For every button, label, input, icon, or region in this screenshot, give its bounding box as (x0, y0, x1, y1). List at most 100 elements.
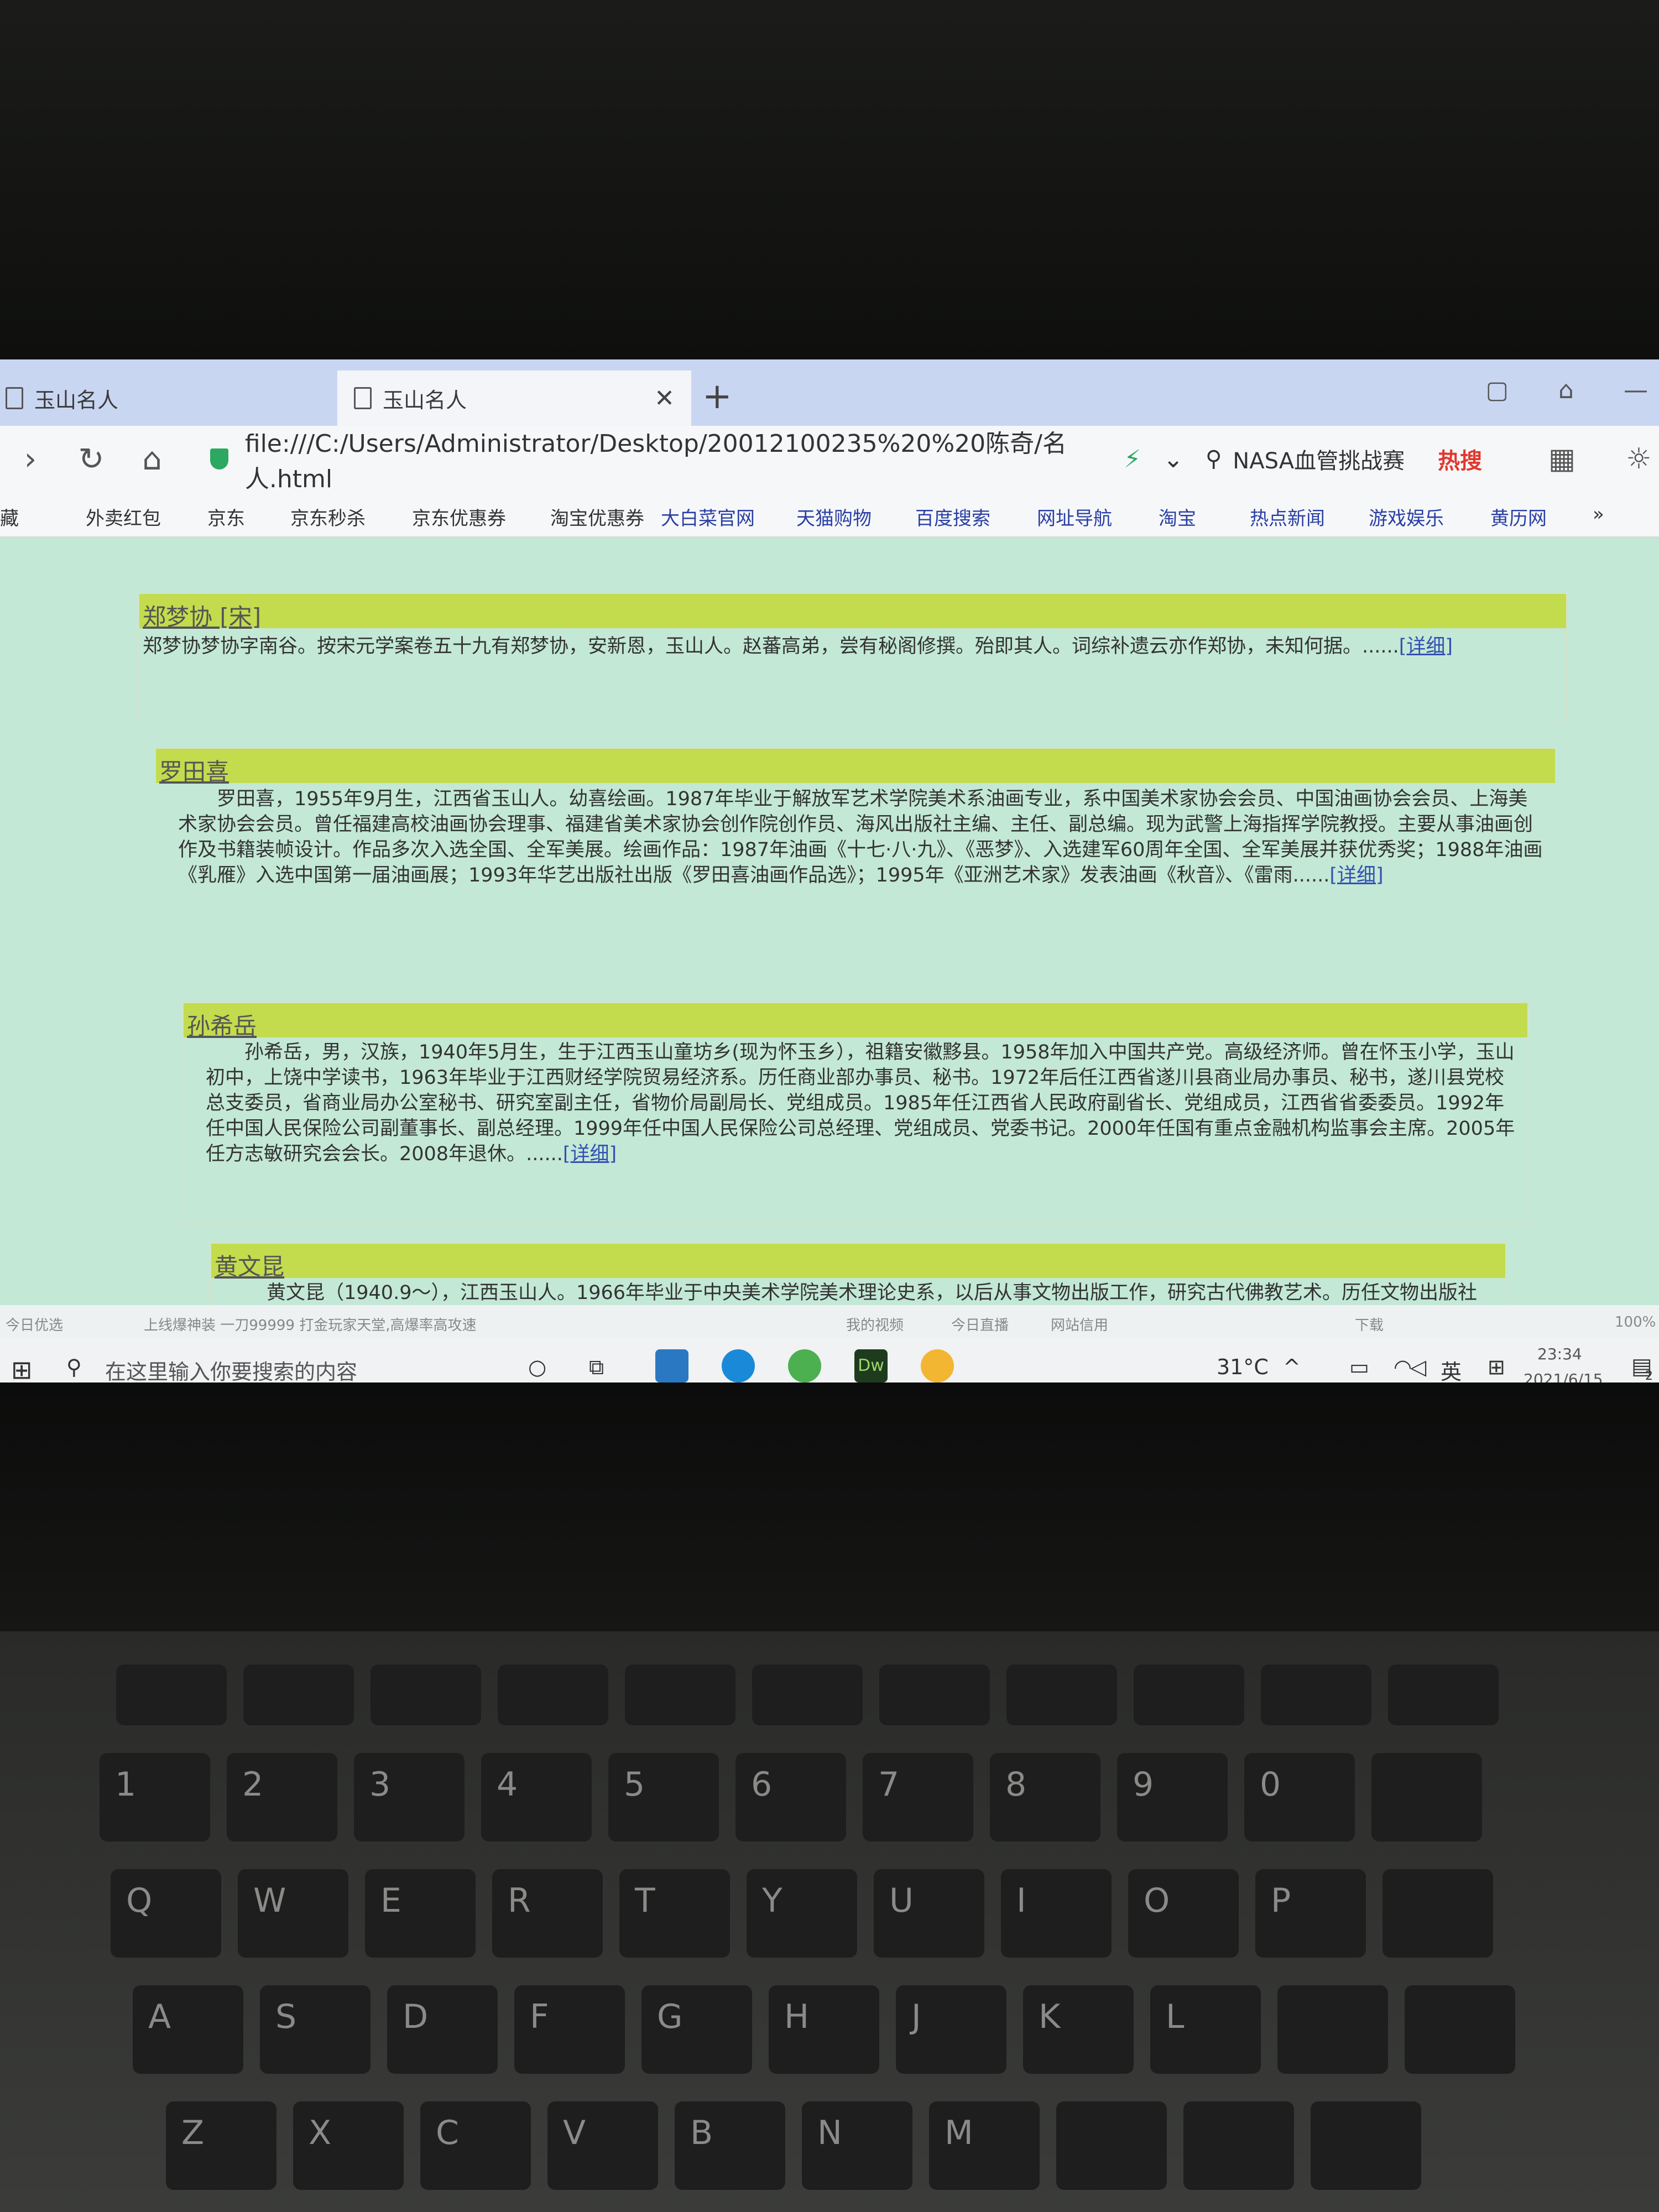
bookmark-item[interactable]: 淘宝 (1159, 503, 1196, 530)
keyboard-key: T (619, 1869, 730, 1958)
keyboard-key: 6 (735, 1753, 846, 1841)
keyboard-key: N (802, 2101, 912, 2190)
more-bookmarks-icon[interactable]: » (1593, 503, 1604, 525)
forward-icon[interactable]: › (0, 441, 61, 477)
window-count-icon[interactable]: ▢ (1485, 376, 1509, 404)
bookmark-item[interactable]: 京东 (207, 503, 245, 530)
person-name[interactable]: 孙希岳 (187, 1008, 257, 1041)
bookmark-item[interactable]: 大白菜官网 (661, 503, 755, 530)
site-credit-label[interactable]: 网站信用 (1051, 1314, 1108, 1334)
summary-text: 郑梦协梦协字南谷。按宋元学案卷五十九有郑梦协，安新恩，玉山人。赵蕃高弟，尝有秘阁… (143, 635, 1399, 658)
window-controls: ▢ ⌂ — (1485, 376, 1648, 404)
bottom-key-row: Z X C V B N M (166, 2101, 1421, 2190)
person-name[interactable]: 郑梦协 [宋] (143, 598, 261, 632)
download-label[interactable]: 下载 (1355, 1314, 1384, 1334)
lightning-icon[interactable]: ⚡ (1124, 445, 1141, 473)
clock-time[interactable]: 23:34 (1537, 1345, 1582, 1363)
home-icon[interactable]: ⌂ (122, 441, 182, 477)
keyboard-key (1388, 1665, 1499, 1725)
browser-app-icon[interactable] (788, 1349, 821, 1383)
bookmark-item[interactable]: 藏 (0, 503, 19, 530)
cortana-icon[interactable]: ○ (528, 1355, 546, 1379)
settings-gear-icon[interactable]: ☼ (1626, 442, 1652, 476)
browser-tab-bar: 玉山名人 玉山名人 ✕ + ▢ ⌂ — (0, 359, 1659, 426)
keyboard-key (1405, 1985, 1515, 2074)
app-icon[interactable] (921, 1349, 954, 1383)
keyboard-key (879, 1665, 990, 1725)
bookmark-item[interactable]: 京东优惠券 (412, 503, 506, 530)
name-bar: 罗田喜 (156, 749, 1555, 785)
skin-icon[interactable]: ⌂ (1558, 376, 1574, 404)
keyboard-key (625, 1665, 735, 1725)
keyboard-key: 2 (227, 1753, 337, 1841)
bookmark-item[interactable]: 游戏娱乐 (1369, 503, 1444, 530)
mail-app-icon[interactable] (655, 1349, 688, 1383)
windows-start-icon[interactable]: ⊞ (11, 1355, 33, 1385)
battery-icon[interactable]: ▭ (1349, 1355, 1369, 1379)
bookmark-item[interactable]: 黄历网 (1490, 503, 1547, 530)
browser-status-bar: 今日优选 上线爆神装 一刀99999 打金玩家天堂,高爆率高攻速 我的视频 今日… (0, 1305, 1659, 1338)
keyboard-key: H (769, 1985, 879, 2074)
taskbar-search-input[interactable]: 在这里输入你要搜索的内容 (105, 1355, 357, 1385)
detail-link[interactable]: [详细] (1329, 864, 1383, 886)
search-box[interactable]: ⚲ NASA血管挑战赛 热搜 (1206, 437, 1526, 481)
address-bar[interactable]: file:///C:/Users/Administrator/Desktop/2… (210, 430, 1183, 493)
refresh-icon[interactable]: ↻ (61, 441, 122, 477)
bookmark-item[interactable]: 百度搜索 (915, 503, 990, 530)
qwerty-key-row: Q W E R T Y U I O P (111, 1869, 1493, 1958)
person-name[interactable]: 黄文昆 (215, 1248, 284, 1282)
live-label[interactable]: 今日直播 (951, 1314, 1009, 1334)
my-video-label[interactable]: 我的视频 (846, 1314, 904, 1334)
keyboard-key (752, 1665, 863, 1725)
keyboard-key: 9 (1117, 1753, 1228, 1841)
person-card: 罗田喜 罗田喜，1955年9月生，江西省玉山人。幼喜绘画。1987年毕业于解放军… (155, 748, 1556, 982)
person-summary: 罗田喜，1955年9月生，江西省玉山人。幼喜绘画。1987年毕业于解放军艺术学院… (178, 786, 1544, 888)
task-view-icon[interactable]: ⧉ (589, 1355, 604, 1380)
keyboard-key: K (1023, 1985, 1134, 2074)
keyboard-key: S (260, 1985, 371, 2074)
bookmark-item[interactable]: 热点新闻 (1250, 503, 1325, 530)
apps-grid-icon[interactable]: ▦ (1548, 442, 1575, 476)
person-card: 郑梦协 [宋] 郑梦协梦协字南谷。按宋元学案卷五十九有郑梦协，安新恩，玉山人。赵… (138, 593, 1567, 722)
tab-inactive[interactable]: 玉山名人 (0, 371, 332, 426)
name-bar: 孙希岳 (184, 1003, 1527, 1040)
status-ad-text[interactable]: 上线爆神装 一刀99999 打金玩家天堂,高爆率高攻速 (144, 1314, 477, 1334)
bookmark-item[interactable]: 网址导航 (1037, 503, 1112, 530)
chevron-down-icon[interactable]: ⌄ (1163, 445, 1183, 473)
bookmark-item[interactable]: 天猫购物 (796, 503, 872, 530)
edge-browser-icon[interactable] (722, 1349, 755, 1383)
keyboard-key: A (133, 1985, 243, 2074)
ime-grid-icon[interactable]: ⊞ (1488, 1355, 1505, 1379)
keyboard-key (1183, 2101, 1294, 2190)
today-picks-label[interactable]: 今日优选 (6, 1314, 63, 1334)
tab-active[interactable]: 玉山名人 ✕ (337, 371, 691, 426)
keyboard-key: G (641, 1985, 752, 2074)
dreamweaver-icon[interactable]: Dw (854, 1349, 888, 1383)
notification-count: 2 (1645, 1369, 1653, 1383)
volume-icon[interactable]: ◁ (1410, 1355, 1426, 1379)
input-language[interactable]: 英 (1441, 1355, 1462, 1385)
wifi-icon[interactable]: ◠ (1394, 1355, 1412, 1379)
keyboard-key: W (238, 1869, 348, 1958)
bookmark-item[interactable]: 外卖红包 (86, 503, 161, 530)
weather-temperature[interactable]: 31°C (1217, 1355, 1269, 1379)
close-tab-icon[interactable]: ✕ (654, 384, 675, 413)
zoom-level[interactable]: 100% (1615, 1314, 1656, 1331)
laptop-bezel (0, 1383, 1659, 1631)
hot-search-label[interactable]: 热搜 (1438, 443, 1482, 475)
detail-link[interactable]: [详细] (1399, 635, 1453, 658)
person-name[interactable]: 罗田喜 (159, 753, 229, 787)
chevron-up-icon[interactable]: ^ (1283, 1355, 1301, 1379)
summary-text: 孙希岳，男，汉族，1940年5月生，生于江西玉山童坊乡(现为怀玉乡），祖籍安徽黟… (206, 1041, 1515, 1165)
keyboard-key (116, 1665, 227, 1725)
minimize-icon[interactable]: — (1624, 376, 1648, 404)
bookmark-item[interactable]: 京东秒杀 (290, 503, 366, 530)
keyboard-key: F (514, 1985, 625, 2074)
bookmark-item[interactable]: 淘宝优惠券 (550, 503, 644, 530)
page-icon (6, 387, 23, 409)
keyboard-key: M (929, 2101, 1040, 2190)
detail-link[interactable]: [详细] (563, 1143, 617, 1165)
keyboard-key (1261, 1665, 1371, 1725)
bookmarks-bar: 藏 外卖红包 京东 京东秒杀 京东优惠券 淘宝优惠券 大白菜官网 天猫购物 百度… (0, 492, 1659, 538)
new-tab-button[interactable]: + (702, 376, 732, 417)
